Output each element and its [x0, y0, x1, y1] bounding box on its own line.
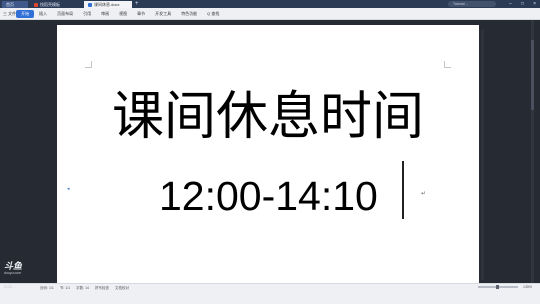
docer-icon: [34, 2, 38, 7]
streaming-watermark: 斗鱼 douyu.com: [4, 261, 38, 276]
word-doc-icon: [88, 2, 92, 7]
paragraph-mark: ↵: [421, 191, 427, 197]
margin-corner-mark: [85, 61, 92, 68]
close-button[interactable]: ×: [533, 1, 536, 7]
status-section[interactable]: 节: 1/1: [60, 286, 70, 291]
file-menu[interactable]: 三 文件: [3, 11, 16, 17]
maximize-button[interactable]: □: [521, 1, 524, 7]
margin-marker-icon: ◂: [67, 186, 70, 192]
menu-home[interactable]: 开始: [16, 9, 35, 18]
tab-label: 找稻壳模板: [40, 2, 60, 7]
margin-corner-mark: [444, 61, 451, 68]
menu-bar: 三 文件 开始 插入 页面布局 引用 审阅 视图 章节 开发工具 特色功能 Q …: [0, 8, 540, 20]
status-word-count[interactable]: 字数: 14: [76, 286, 89, 291]
tab-document[interactable]: 课间休息.docx: [84, 1, 132, 8]
side-panel-edge: [481, 30, 484, 280]
document-time-range[interactable]: 12:00-14:10: [159, 171, 378, 221]
status-bar: 页码: 1/1 节: 1/1 字数: 14 拼写检查 文档校对 135%: [0, 283, 540, 304]
zoom-slider-knob[interactable]: [496, 285, 500, 289]
document-page[interactable]: 课间休息时间 12:00-14:10 ↵: [57, 25, 479, 283]
menu-sections[interactable]: 章节: [132, 11, 150, 17]
watermark-logo: 斗鱼: [4, 261, 23, 271]
title-bar: 首页 找稻壳模板 课间休息.docx + Tutorial… − □ ×: [0, 0, 540, 8]
menu-references[interactable]: 引用: [78, 11, 96, 17]
tab-docer-templates[interactable]: 找稻壳模板: [30, 1, 82, 8]
menu-features[interactable]: 特色功能: [176, 11, 202, 17]
search-command[interactable]: Q 查找: [202, 11, 224, 17]
zoom-slider[interactable]: [478, 285, 519, 289]
tab-label: 课间休息.docx: [94, 2, 120, 7]
menu-developer[interactable]: 开发工具: [150, 11, 176, 17]
menu-review[interactable]: 审阅: [96, 11, 114, 17]
minimize-button[interactable]: −: [509, 1, 512, 7]
watermark-room-id: 8136...: [4, 285, 15, 289]
document-heading[interactable]: 课间休息时间: [57, 85, 479, 149]
status-page[interactable]: 页码: 1/1: [40, 286, 54, 291]
user-account[interactable]: Tutorial…: [448, 1, 496, 7]
tab-home[interactable]: 首页: [2, 1, 28, 8]
status-spellcheck[interactable]: 拼写检查: [95, 286, 109, 291]
watermark-tagline: douyu.com: [4, 271, 22, 275]
menu-view[interactable]: 视图: [114, 11, 132, 17]
scrollbar-thumb[interactable]: [531, 40, 534, 110]
zoom-level[interactable]: 135%: [523, 285, 532, 289]
status-proofread[interactable]: 文档校对: [115, 286, 129, 291]
menu-insert[interactable]: 插入: [34, 11, 52, 17]
menu-page-layout[interactable]: 页面布局: [52, 11, 78, 17]
new-tab-button[interactable]: +: [135, 1, 139, 8]
text-cursor: [402, 161, 404, 219]
